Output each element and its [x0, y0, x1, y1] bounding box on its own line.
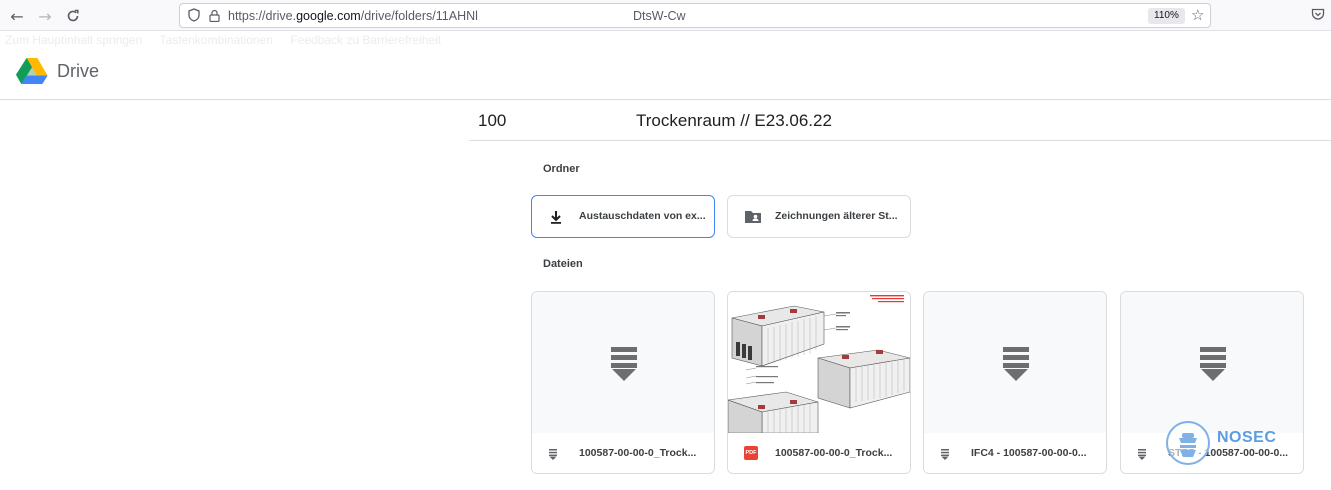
file-name: 100587-00-00-0_Trock... [775, 447, 893, 459]
url-text: https://drive.google.com/drive/folders/1… [228, 9, 478, 23]
skip-link[interactable]: Tastenkombinationen [160, 33, 273, 47]
file-type-icon [940, 447, 954, 461]
pocket-icon[interactable] [1311, 8, 1325, 22]
zoom-badge[interactable]: 110% [1148, 8, 1185, 24]
file-type-icon [1137, 447, 1151, 461]
pdf-drawing-thumbnail [728, 292, 910, 434]
file-thumbnail [924, 292, 1106, 433]
drive-header: Drive [0, 48, 1331, 100]
folder-item[interactable]: Zeichnungen älterer St... [727, 195, 911, 238]
address-bar[interactable]: https://drive.google.com/drive/folders/1… [179, 3, 1211, 28]
pdf-icon: PDF [744, 446, 758, 460]
reload-icon[interactable] [61, 5, 85, 27]
file-thumbnail [532, 292, 714, 433]
folder-item-label: Zeichnungen älterer St... [775, 210, 898, 222]
file-card[interactable]: PDF 100587-00-00-0_Trock... [727, 291, 911, 474]
shield-icon[interactable] [186, 7, 202, 23]
folder-title: Trockenraum // E23.06.22 [636, 111, 832, 130]
drive-logo-icon[interactable] [16, 57, 48, 85]
file-card[interactable]: IFC4 - 100587-00-00-0... [923, 291, 1107, 474]
watermark-text: NOSEC [1217, 429, 1277, 446]
folder-title-bar: 100 Trockenraum // E23.06.22 [469, 100, 1331, 141]
file-name: IFC4 - 100587-00-00-0... [971, 447, 1087, 459]
file-type-icon [548, 447, 562, 461]
generic-file-icon [611, 347, 637, 381]
generic-file-icon [1003, 347, 1029, 381]
generic-file-icon [1200, 347, 1226, 381]
bookmark-star-icon[interactable]: ☆ [1191, 7, 1207, 23]
file-card-footer: IFC4 - 100587-00-00-0... [924, 433, 1106, 473]
lock-icon[interactable] [206, 7, 222, 23]
browser-toolbar: ← → https://drive.google.com/drive/folde… [0, 0, 1331, 31]
file-name: 100587-00-00-0_Trock... [579, 447, 697, 459]
app-name: Drive [57, 61, 100, 81]
forward-icon[interactable]: → [33, 5, 57, 27]
folder-item-label: Austauschdaten von ex... [579, 210, 706, 222]
skip-link[interactable]: Feedback zu Barrierefreiheit [290, 33, 441, 47]
section-label-folders: Ordner [543, 163, 580, 175]
file-card[interactable]: 100587-00-00-0_Trock... [531, 291, 715, 474]
file-card-footer: 100587-00-00-0_Trock... [532, 433, 714, 473]
section-label-files: Dateien [543, 258, 583, 270]
file-thumbnail [1121, 292, 1303, 433]
back-icon[interactable]: ← [5, 5, 29, 27]
download-icon [548, 209, 564, 225]
folder-number: 100 [478, 111, 507, 130]
url-suffix: DtsW-Cw [633, 9, 686, 23]
folder-item[interactable]: Austauschdaten von ex... [531, 195, 715, 238]
shared-folder-icon [744, 209, 761, 225]
watermark: NOSEC [1166, 421, 1286, 465]
skip-links: Zum Hauptinhalt springen Tastenkombinati… [5, 33, 455, 47]
watermark-logo-icon [1166, 421, 1210, 465]
skip-link[interactable]: Zum Hauptinhalt springen [5, 33, 142, 47]
file-card-footer: PDF 100587-00-00-0_Trock... [728, 433, 910, 473]
